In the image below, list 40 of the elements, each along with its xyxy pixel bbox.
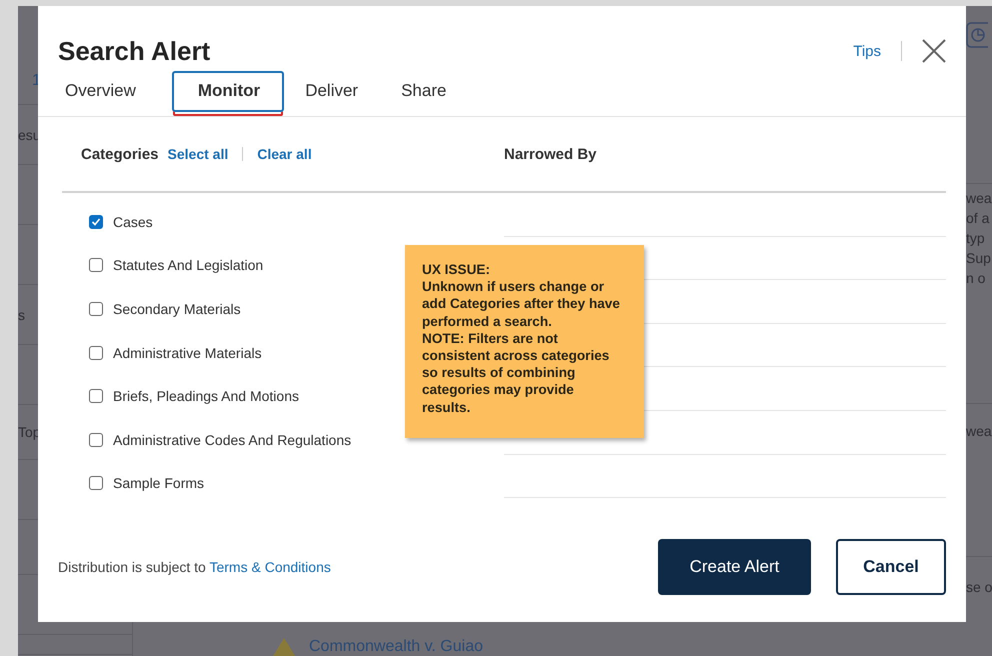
category-label: Sample Forms [113,475,204,492]
background-text: se o [966,578,992,597]
narrowed-by-label: Narrowed By [504,146,597,162]
background-text: typ [966,229,986,248]
background-text: of a [966,209,990,228]
note-text: Unknown if users change or add Categories after they have performed a search. [422,278,620,330]
checkbox[interactable] [89,476,103,490]
checkbox[interactable] [89,258,103,272]
close-icon[interactable] [922,39,946,63]
cancel-button[interactable]: Cancel [836,539,946,595]
dialog-title: Search Alert [58,36,212,66]
checkbox[interactable] [89,346,103,360]
checkbox[interactable] [89,214,103,229]
terms-text: Distribution is subject to Terms & Conditions [58,559,332,575]
note-text: UX ISSUE: [422,261,491,278]
category-label: Secondary Materials [113,300,241,317]
checkbox[interactable] [89,389,103,404]
terms-link[interactable]: Terms & Conditions [209,559,331,575]
category-label: Cases [113,214,153,230]
select-all-link[interactable]: Select all [168,146,228,162]
tab[interactable]: Share [394,71,468,112]
category-label: Statutes And Legislation [113,257,264,274]
categories-label: Categories [81,146,159,162]
note-text: NOTE: Filters are not consistent across categories so results of combining categories may provide results. [422,330,610,416]
background-text: n o [966,269,986,288]
checkbox[interactable] [89,432,103,447]
clear-all-link[interactable]: Clear all [257,146,312,162]
category-label: Administrative Materials [113,344,262,361]
warning-icon [273,638,295,656]
checkbox[interactable] [89,302,103,316]
tab[interactable]: Deliver [298,71,380,112]
category-label: Briefs, Pleadings And Motions [113,388,299,404]
background-text: wea [966,189,992,208]
tips-link[interactable]: Tips [853,42,881,60]
background-text: Sup [966,249,992,268]
background-text: s [18,306,25,322]
tab[interactable]: Overview [58,71,158,112]
create-alert-button[interactable]: Create Alert [658,539,811,595]
category-label: Administrative Codes And Regulations [113,432,352,448]
background-text: wea [966,422,992,441]
